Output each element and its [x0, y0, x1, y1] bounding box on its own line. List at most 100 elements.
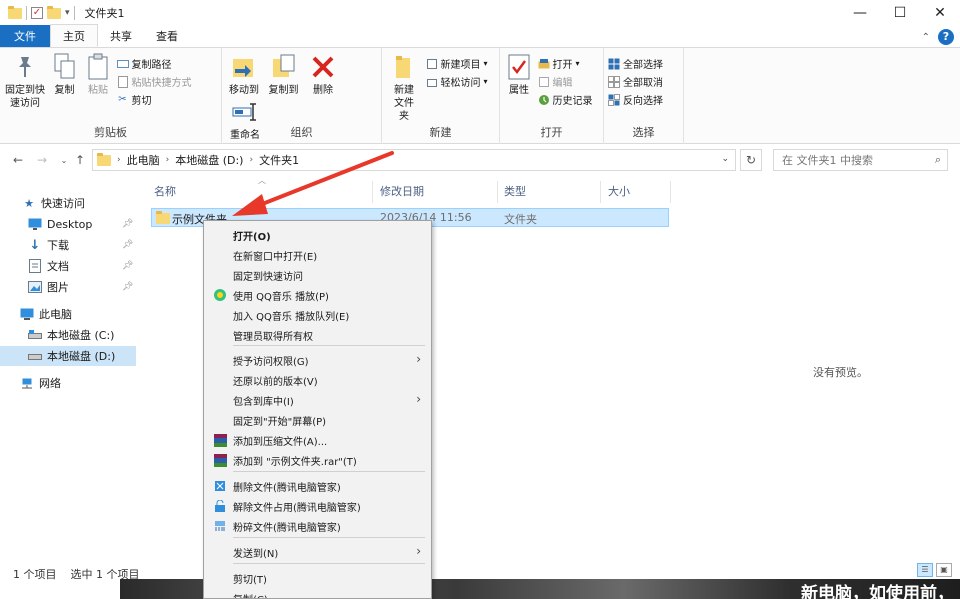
- pin-quick-access-button[interactable]: 固定到快速访问: [4, 52, 46, 110]
- column-header-name[interactable]: 名称: [154, 181, 176, 201]
- back-arrow-icon[interactable]: ←: [10, 153, 26, 167]
- large-icons-view-icon[interactable]: ▣: [936, 563, 952, 577]
- chevron-right-icon[interactable]: ›: [249, 155, 253, 165]
- delete-button[interactable]: 删除: [305, 52, 341, 97]
- details-view-icon[interactable]: ☰: [917, 563, 933, 577]
- properties-check-icon[interactable]: ✓: [31, 7, 43, 19]
- nav-item-downloads[interactable]: ↓ 下载: [28, 235, 69, 255]
- context-menu-item[interactable]: 添加到压缩文件(A)...: [204, 430, 431, 450]
- context-menu-item[interactable]: 固定到"开始"屏幕(P): [204, 410, 431, 430]
- context-menu-item[interactable]: 使用 QQ音乐 播放(P): [204, 285, 431, 305]
- copy-icon: [51, 52, 79, 82]
- context-menu-item[interactable]: 删除文件(腾讯电脑管家): [204, 476, 431, 496]
- context-menu-item[interactable]: 添加到 "示例文件夹.rar"(T): [204, 450, 431, 470]
- pin-icon[interactable]: 📌︎: [122, 261, 133, 271]
- context-menu-item[interactable]: 固定到快速访问: [204, 265, 431, 285]
- minimize-button[interactable]: —: [840, 0, 880, 26]
- delete-x-icon: [309, 52, 337, 82]
- nav-item-label: 文档: [47, 260, 69, 273]
- breadcrumb-this-pc[interactable]: 此电脑: [127, 152, 160, 168]
- tab-file[interactable]: 文件: [0, 25, 50, 47]
- column-divider[interactable]: [670, 181, 671, 203]
- pin-icon[interactable]: 📌︎: [122, 240, 133, 250]
- paste-button[interactable]: 粘贴: [83, 52, 113, 97]
- breadcrumb-drive-d[interactable]: 本地磁盘 (D:): [175, 152, 243, 168]
- easy-access-button[interactable]: 轻松访问 ▾: [426, 74, 488, 89]
- context-menu-item[interactable]: 管理员取得所有权: [204, 325, 431, 345]
- properties-button[interactable]: 属性: [504, 52, 534, 97]
- move-to-button[interactable]: 移动到: [226, 52, 262, 97]
- column-header-size[interactable]: 大小: [608, 181, 630, 201]
- collapse-ribbon-icon[interactable]: ⌃: [922, 32, 930, 43]
- breadcrumb-folder1[interactable]: 文件夹1: [259, 152, 299, 168]
- new-folder-icon[interactable]: [47, 5, 61, 19]
- move-to-icon: [230, 52, 258, 82]
- column-header-date[interactable]: 修改日期: [380, 181, 424, 201]
- search-icon[interactable]: ⌕: [935, 153, 941, 167]
- nav-item-pictures[interactable]: 图片: [28, 277, 69, 297]
- submenu-chevron-icon: ›: [416, 392, 421, 406]
- address-bar[interactable]: › 此电脑 › 本地磁盘 (D:) › 文件夹1 ⌄: [92, 149, 736, 171]
- recent-chevron-icon[interactable]: ⌄: [56, 156, 72, 165]
- navigation-pane: ★ 快速访问 Desktop 📌︎ ↓ 下载 📌︎ 文档 📌︎ 图片 📌︎ 此电…: [0, 178, 140, 558]
- tab-view[interactable]: 查看: [144, 25, 190, 47]
- context-menu-item-label: 固定到"开始"屏幕(P): [233, 416, 327, 428]
- pin-icon[interactable]: 📌︎: [122, 219, 133, 229]
- nav-item-documents[interactable]: 文档: [28, 256, 69, 276]
- context-menu-item[interactable]: 发送到(N) ›: [204, 542, 431, 562]
- forward-arrow-icon[interactable]: →: [34, 153, 50, 167]
- nav-network[interactable]: 网络: [20, 373, 61, 393]
- column-divider[interactable]: [600, 181, 601, 203]
- tencent-unlock-icon: [213, 499, 227, 513]
- column-divider[interactable]: [497, 181, 498, 203]
- refresh-icon[interactable]: ↻: [740, 149, 762, 171]
- nav-drive-d[interactable]: 本地磁盘 (D:): [0, 346, 136, 366]
- context-menu-item[interactable]: 包含到库中(I) ›: [204, 390, 431, 410]
- column-divider[interactable]: [372, 181, 373, 203]
- tab-share[interactable]: 共享: [98, 25, 144, 47]
- pin-icon[interactable]: 📌︎: [122, 282, 133, 292]
- folder-icon: [97, 152, 111, 166]
- select-none-button[interactable]: 全部取消: [608, 74, 663, 89]
- paste-shortcut-button[interactable]: 粘贴快捷方式: [117, 74, 192, 89]
- copy-path-button[interactable]: 复制路径: [116, 56, 192, 71]
- customize-toolbar-chevron-icon[interactable]: ▾: [65, 8, 70, 18]
- chevron-right-icon[interactable]: ›: [166, 155, 170, 165]
- new-folder-button[interactable]: 新建文件夹: [386, 52, 422, 123]
- up-arrow-icon[interactable]: ↑: [72, 153, 88, 167]
- context-menu-item[interactable]: 在新窗口中打开(E): [204, 245, 431, 265]
- new-item-button[interactable]: 新建项目 ▾: [426, 56, 488, 71]
- context-menu-item[interactable]: 还原以前的版本(V): [204, 370, 431, 390]
- nav-quick-access[interactable]: ★ 快速访问: [22, 193, 85, 213]
- edit-button[interactable]: 编辑: [538, 74, 593, 89]
- maximize-button[interactable]: ☐: [880, 0, 920, 26]
- context-menu-item[interactable]: 剪切(T): [204, 568, 431, 588]
- close-button[interactable]: ✕: [920, 0, 960, 26]
- computer-icon: [20, 307, 34, 321]
- cut-button[interactable]: ✂ 剪切: [117, 92, 192, 107]
- context-menu-item[interactable]: 粉碎文件(腾讯电脑管家): [204, 516, 431, 536]
- context-menu-item[interactable]: 复制(C): [204, 588, 431, 599]
- ribbon: 固定到快速访问 复制 粘贴 复制路径 粘贴快捷方式 ✂ 剪切 剪贴板 移动到 复…: [0, 48, 960, 144]
- copy-path-icon: [116, 58, 129, 70]
- nav-drive-c[interactable]: 本地磁盘 (C:): [28, 325, 114, 345]
- nav-this-pc[interactable]: 此电脑: [20, 304, 72, 324]
- invert-selection-button[interactable]: 反向选择: [608, 92, 663, 107]
- copy-to-button[interactable]: 复制到: [266, 52, 302, 97]
- search-input[interactable]: 在 文件夹1 中搜索 ⌕: [773, 149, 948, 171]
- chevron-right-icon[interactable]: ›: [117, 155, 121, 165]
- copy-button[interactable]: 复制: [50, 52, 80, 97]
- nav-item-desktop[interactable]: Desktop: [28, 214, 92, 234]
- context-menu-item[interactable]: 解除文件占用(腾讯电脑管家): [204, 496, 431, 516]
- address-dropdown-icon[interactable]: ⌄: [721, 154, 729, 164]
- context-menu-item[interactable]: 打开(O): [204, 225, 431, 245]
- context-menu-item[interactable]: 加入 QQ音乐 播放队列(E): [204, 305, 431, 325]
- tab-home[interactable]: 主页: [50, 24, 98, 47]
- select-none-label: 全部取消: [623, 78, 663, 89]
- column-header-type[interactable]: 类型: [504, 181, 526, 201]
- help-icon[interactable]: ?: [938, 29, 954, 45]
- history-button[interactable]: 历史记录: [538, 92, 593, 107]
- select-all-button[interactable]: 全部选择: [608, 56, 663, 71]
- context-menu-item[interactable]: 授予访问权限(G) ›: [204, 350, 431, 370]
- open-button[interactable]: 打开 ▾: [538, 56, 593, 71]
